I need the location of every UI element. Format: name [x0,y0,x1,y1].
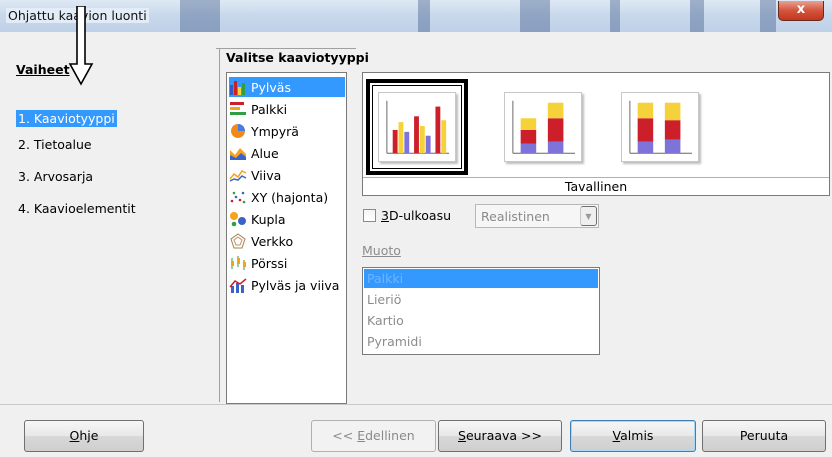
chart-type-line[interactable]: Viiva [229,165,345,185]
annotation-arrow-icon [68,6,94,86]
line-chart-icon [229,170,247,182]
chart-type-scatter[interactable]: XY (hajonta) [229,187,345,207]
shape-option-cylinder[interactable]: Lieriö [364,290,598,309]
chart-type-column[interactable]: Pylväs [229,77,345,97]
shape-option-bar[interactable]: Palkki [364,269,598,288]
net-chart-icon [230,233,246,249]
3d-look-label[interactable]: 3D-ulkoasu [381,208,451,223]
next-button[interactable]: Seuraava >> [438,420,562,452]
chart-type-column-line[interactable]: Pylväs ja viiva [229,275,345,295]
percent-stacked-column-icon [621,92,699,162]
steps-divider [219,48,220,402]
title-bar: Ohjattu kaavion luonti x [0,0,832,32]
column-chart-icon [230,81,245,95]
chevron-down-icon[interactable]: ▼ [580,206,597,226]
variant-normal[interactable] [366,79,468,175]
normal-column-icon [378,92,456,162]
steps-heading: Vaiheet [16,62,70,77]
column-line-chart-icon [229,278,247,293]
chart-type-pie[interactable]: Ympyrä [229,121,345,141]
shape-label: Muoto [362,243,401,258]
chart-type-area[interactable]: Alue [229,143,345,163]
title-bar-glass [520,0,550,32]
title-bar-glass [760,0,776,32]
footer-separator [0,404,832,405]
title-bar-glass [418,0,430,32]
chart-type-bubble[interactable]: Kupla [229,209,345,229]
chart-type-list[interactable]: Pylväs Palkki Ympyrä Alue Viiva XY (hajo… [226,72,347,404]
3d-look-checkbox[interactable] [363,209,376,222]
finish-button[interactable]: Valmis [570,420,696,452]
shape-option-pyramid[interactable]: Pyramidi [364,332,598,351]
variant-percent-stacked[interactable] [609,79,711,175]
close-icon: x [796,2,806,17]
3d-scheme-value: Realistinen [481,209,550,224]
step-data-range[interactable]: 2. Tietoalue [16,136,94,153]
bubble-chart-icon [230,212,246,227]
area-chart-icon [230,148,246,160]
chart-variant-panel: Tavallinen [362,72,830,196]
step-chart-type[interactable]: 1. Kaaviotyyppi [16,110,117,127]
shape-list[interactable]: Palkki Lieriö Kartio Pyramidi [362,267,600,355]
section-title: Valitse kaaviotyyppi [226,50,369,65]
variant-name: Tavallinen [363,177,829,195]
shape-option-cone[interactable]: Kartio [364,311,598,330]
title-bar-glass [690,0,704,32]
cancel-button[interactable]: Peruuta [702,420,826,452]
close-button[interactable]: x [778,1,824,21]
pie-chart-icon [231,124,245,138]
stock-chart-icon [231,256,246,270]
title-bar-glass [180,0,220,32]
chart-type-bar[interactable]: Palkki [229,99,345,119]
back-button[interactable]: << Edellinen [311,420,436,452]
3d-scheme-select[interactable]: Realistinen ▼ [475,204,599,228]
variant-stacked[interactable] [492,79,594,175]
step-chart-elements[interactable]: 4. Kaavioelementit [16,200,138,217]
bar-chart-icon [230,102,246,115]
step-data-series[interactable]: 3. Arvosarja [16,168,95,185]
title-bar-glass [610,0,620,32]
scatter-chart-icon [230,191,246,204]
header-separator [216,48,356,49]
help-button[interactable]: Ohje [24,420,144,452]
chart-type-net[interactable]: Verkko [229,231,345,251]
chart-type-stock[interactable]: Pörssi [229,253,345,273]
stacked-column-icon [504,92,582,162]
